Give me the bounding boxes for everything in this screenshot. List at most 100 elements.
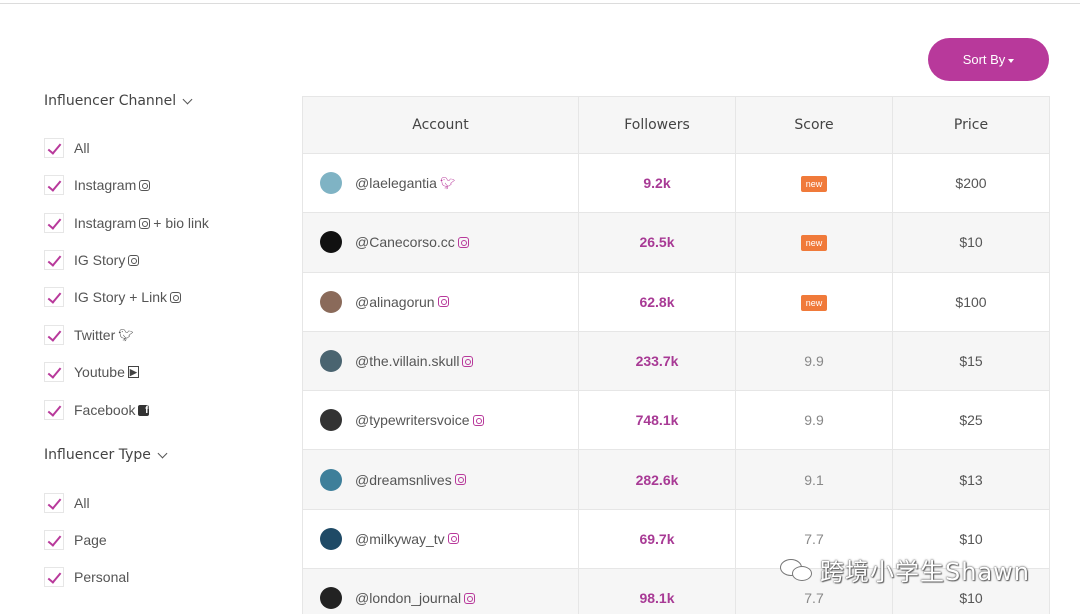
account-cell: @the.villain.skull	[302, 330, 579, 392]
instagram-icon	[457, 236, 469, 248]
followers-cell: 9.2k	[578, 152, 736, 214]
score-cell: new	[735, 212, 893, 273]
avatar[interactable]	[320, 468, 342, 491]
instagram-icon	[169, 291, 181, 303]
account-handle[interactable]: @typewritersvoice	[355, 412, 470, 428]
avatar[interactable]	[320, 527, 342, 550]
account-handle[interactable]: @alinagorun	[355, 294, 435, 310]
instagram-icon	[139, 179, 151, 191]
channel-filter-ig-story[interactable]: IG Story	[44, 249, 140, 271]
sort-by-label: Sort By	[962, 52, 1006, 67]
sort-by-button[interactable]: Sort By	[928, 38, 1049, 81]
new-badge: new	[800, 235, 828, 252]
influencer-channel-toggle[interactable]: Influencer Channel	[44, 93, 193, 109]
table-row[interactable]: @Canecorso.cc 26.5k new $10	[302, 212, 1050, 273]
checkbox[interactable]	[44, 400, 64, 420]
instagram-icon	[472, 414, 484, 426]
channel-filter-ig-story-link[interactable]: IG Story + Link	[44, 286, 181, 308]
column-header-account[interactable]: Account	[302, 96, 579, 154]
checkbox[interactable]	[44, 362, 64, 382]
channel-label: IG Story	[74, 252, 126, 268]
chevron-down-icon	[182, 94, 193, 104]
channel-filter-instagram-bio-link[interactable]: Instagram + bio link	[44, 212, 209, 234]
followers-cell: 282.6k	[578, 449, 736, 510]
followers-cell: 62.8k	[578, 271, 736, 332]
channel-filter-instagram[interactable]: Instagram	[44, 174, 151, 196]
channel-filter-youtube[interactable]: Youtube ▶	[44, 361, 139, 383]
avatar[interactable]	[320, 409, 342, 432]
avatar[interactable]	[320, 587, 342, 610]
score-value: 9.1	[804, 471, 824, 488]
followers-cell: 98.1k	[578, 568, 736, 614]
channel-label: Facebook	[74, 402, 136, 418]
influencer-type-title: Influencer Type	[44, 447, 151, 463]
account-handle[interactable]: @Canecorso.cc	[355, 234, 455, 250]
checkbox[interactable]	[44, 250, 64, 270]
account-handle[interactable]: @the.villain.skull	[355, 353, 459, 369]
price-cell: $100	[892, 271, 1050, 332]
influencer-channel-title: Influencer Channel	[44, 93, 177, 109]
new-badge: new	[800, 294, 828, 311]
account-cell: @laelegantia 🐦︎	[302, 152, 579, 214]
column-header-followers[interactable]: Followers	[578, 96, 736, 154]
account-handle[interactable]: @dreamsnlives	[355, 472, 452, 488]
table-row[interactable]: @the.villain.skull 233.7k 9.9 $15	[302, 330, 1050, 392]
price-cell: $200	[892, 152, 1050, 214]
instagram-icon	[454, 474, 466, 486]
instagram-icon	[447, 533, 459, 545]
price-cell: $13	[892, 449, 1050, 510]
type-filter-all[interactable]: All	[44, 492, 90, 514]
channel-filter-facebook[interactable]: Facebook f	[44, 399, 150, 421]
column-header-price[interactable]: Price	[892, 96, 1050, 154]
price-cell: $25	[892, 390, 1050, 451]
instagram-icon	[437, 296, 449, 308]
followers-cell: 69.7k	[578, 508, 736, 570]
table-row[interactable]: @alinagorun 62.8k new $100	[302, 271, 1050, 332]
new-badge: new	[800, 176, 828, 193]
checkbox[interactable]	[44, 325, 64, 345]
table-row[interactable]: @typewritersvoice 748.1k 9.9 $25	[302, 390, 1050, 451]
instagram-icon	[139, 217, 151, 229]
score-cell: 9.1	[735, 449, 893, 510]
avatar[interactable]	[320, 290, 342, 313]
score-cell: new	[735, 271, 893, 332]
instagram-icon	[128, 254, 140, 266]
score-cell: 9.9	[735, 330, 893, 392]
account-cell: @Canecorso.cc	[302, 212, 579, 273]
avatar[interactable]	[320, 231, 342, 254]
type-filter-page[interactable]: Page	[44, 529, 107, 551]
table-row[interactable]: @dreamsnlives 282.6k 9.1 $13	[302, 449, 1050, 510]
account-handle[interactable]: @milkyway_tv	[355, 531, 445, 547]
table-row[interactable]: @laelegantia 🐦︎ 9.2k new $200	[302, 152, 1050, 214]
table-header-row: Account Followers Score Price	[302, 96, 1050, 154]
checkbox[interactable]	[44, 567, 64, 587]
channel-filter-twitter[interactable]: Twitter 🐦︎	[44, 324, 133, 346]
youtube-icon: ▶	[127, 366, 139, 378]
checkbox[interactable]	[44, 138, 64, 158]
watermark-text: 跨境小学生Shawn	[820, 558, 1030, 586]
checkbox[interactable]	[44, 175, 64, 195]
column-header-score[interactable]: Score	[735, 96, 893, 154]
followers-cell: 26.5k	[578, 212, 736, 273]
influencer-type-toggle[interactable]: Influencer Type	[44, 447, 168, 463]
account-handle[interactable]: @laelegantia	[355, 175, 437, 191]
account-handle[interactable]: @london_journal	[355, 590, 461, 606]
type-filter-personal[interactable]: Personal	[44, 566, 129, 588]
twitter-icon: 🐦︎	[439, 176, 456, 191]
score-cell: new	[735, 152, 893, 214]
checkbox[interactable]	[44, 530, 64, 550]
channel-label-suffix: + bio link	[153, 215, 209, 231]
checkbox[interactable]	[44, 213, 64, 233]
channel-label: Instagram	[74, 177, 137, 193]
account-cell: @dreamsnlives	[302, 449, 579, 510]
channel-label: IG Story + Link	[74, 289, 167, 305]
checkbox[interactable]	[44, 287, 64, 307]
avatar[interactable]	[320, 172, 342, 195]
channel-label: Twitter	[74, 327, 116, 343]
account-cell: @london_journal	[302, 568, 579, 614]
type-label: Personal	[74, 569, 130, 585]
avatar[interactable]	[320, 350, 342, 373]
checkbox[interactable]	[44, 493, 64, 513]
chevron-down-icon	[157, 448, 168, 458]
channel-filter-all[interactable]: All	[44, 137, 90, 159]
